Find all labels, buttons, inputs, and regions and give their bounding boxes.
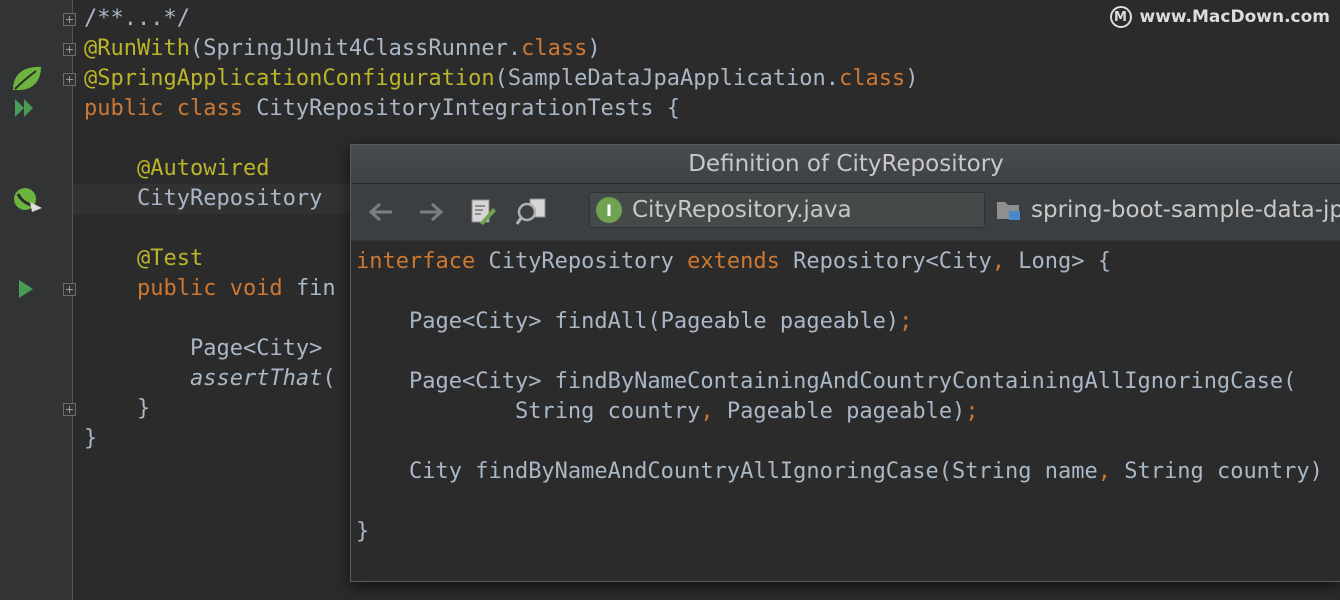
code-line[interactable]: CityRepository <box>84 184 336 214</box>
code-token: class <box>838 66 906 91</box>
code-token: CityRepository <box>136 186 336 211</box>
interface-icon: I <box>596 197 622 223</box>
code-line[interactable]: Page<City> findAll(Pageable pageable); <box>356 307 912 337</box>
code-token: public void <box>136 276 296 301</box>
code-line[interactable]: } <box>356 517 369 547</box>
code-token: } <box>84 426 98 451</box>
code-line[interactable]: City findByNameAndCountryAllIgnoringCase… <box>356 457 1323 487</box>
code-token: interface <box>356 249 489 274</box>
code-token: (SpringJUnit4ClassRunner. <box>189 36 522 61</box>
run-all-tests-icon[interactable] <box>13 97 37 119</box>
autowired-bean-icon[interactable] <box>12 186 44 216</box>
code-line[interactable]: @SpringApplicationConfiguration(SampleDa… <box>84 64 918 94</box>
code-line[interactable]: } <box>84 424 97 454</box>
run-test-icon[interactable] <box>17 278 35 300</box>
code-line[interactable]: @Autowired <box>84 154 269 184</box>
macdown-logo-icon: M <box>1109 6 1132 28</box>
code-token: CityRepositoryIntegrationTests { <box>256 96 681 121</box>
code-line[interactable]: public class CityRepositoryIntegrationTe… <box>84 94 680 124</box>
edit-source-icon[interactable] <box>467 196 499 228</box>
code-token: fin <box>295 276 336 301</box>
popup-code-view[interactable]: interface CityRepository extends Reposit… <box>351 241 1340 581</box>
code-token: extends <box>687 249 794 274</box>
code-line[interactable]: assertThat( <box>84 364 336 394</box>
code-token: CityRepository <box>488 249 688 274</box>
find-usages-icon[interactable] <box>515 196 547 228</box>
module-name: spring-boot-sample-data-jpa <box>1031 197 1340 223</box>
code-token: @Test <box>136 246 204 271</box>
back-icon[interactable] <box>365 196 397 228</box>
code-token: String country <box>514 399 701 424</box>
quick-definition-popup[interactable]: Definition of CityRepository I CityRepos… <box>350 144 1340 582</box>
code-line[interactable]: public void fin <box>84 274 336 304</box>
code-line[interactable]: /**...*/ <box>84 4 190 34</box>
code-token: Page<City> <box>189 336 336 361</box>
code-line[interactable]: Page<City> <box>84 334 336 364</box>
code-token: , <box>700 399 727 424</box>
file-name: CityRepository.java <box>632 197 852 223</box>
code-line[interactable]: interface CityRepository extends Reposit… <box>356 247 1111 277</box>
code-line[interactable]: Page<City> findByNameContainingAndCountr… <box>356 367 1296 397</box>
collapse-fold-icon[interactable] <box>63 403 76 416</box>
code-token: ( <box>322 366 336 391</box>
editor-gutter <box>0 0 76 600</box>
watermark: M www.MacDown.com <box>1109 6 1330 28</box>
module-label: spring-boot-sample-data-jpa <box>995 192 1340 228</box>
popup-toolbar: I CityRepository.java spring-boot-sample… <box>351 184 1340 241</box>
code-token: , <box>991 249 1019 274</box>
module-folder-icon <box>997 202 1020 220</box>
code-token: /**...*/ <box>84 6 190 31</box>
code-line[interactable]: String country, Pageable pageable); <box>356 397 979 427</box>
collapse-fold-icon[interactable] <box>63 43 76 56</box>
code-token: Repository<City <box>793 249 992 274</box>
collapse-fold-icon[interactable] <box>63 283 76 296</box>
code-token: ; <box>965 399 979 424</box>
code-line[interactable]: @Test <box>84 244 203 274</box>
code-token: @Autowired <box>136 156 270 181</box>
code-token: Page<City> findByNameContainingAndCountr… <box>408 369 1297 394</box>
code-line[interactable]: } <box>84 394 150 424</box>
code-token: } <box>136 396 151 421</box>
code-token: Pageable pageable) <box>726 399 966 424</box>
code-token: public class <box>84 96 257 121</box>
code-line[interactable]: @RunWith(SpringJUnit4ClassRunner.class) <box>84 34 601 64</box>
spring-leaf-icon[interactable] <box>10 64 44 92</box>
code-token: assertThat <box>189 366 323 391</box>
code-token: } <box>356 519 370 544</box>
code-token: Long> { <box>1018 249 1112 274</box>
file-selector[interactable]: I CityRepository.java <box>589 192 985 228</box>
collapse-fold-icon[interactable] <box>63 73 76 86</box>
code-token: Page<City> findAll(Pageable pageable) <box>408 309 900 334</box>
code-token: ) <box>905 66 919 91</box>
code-token: City findByNameAndCountryAllIgnoringCase… <box>408 459 1098 484</box>
code-token: String country) <box>1124 459 1323 484</box>
code-token: , <box>1097 459 1125 484</box>
code-token: @RunWith <box>84 36 190 61</box>
forward-icon[interactable] <box>415 196 447 228</box>
popup-title[interactable]: Definition of CityRepository <box>351 145 1340 184</box>
expand-fold-icon[interactable] <box>63 13 76 26</box>
code-token: ) <box>587 36 601 61</box>
code-token: (SampleDataJpaApplication. <box>494 66 839 91</box>
code-token: ; <box>899 309 913 334</box>
code-token: class <box>521 36 588 61</box>
code-token: @SpringApplicationConfiguration <box>84 66 495 91</box>
watermark-text: www.MacDown.com <box>1139 7 1330 27</box>
